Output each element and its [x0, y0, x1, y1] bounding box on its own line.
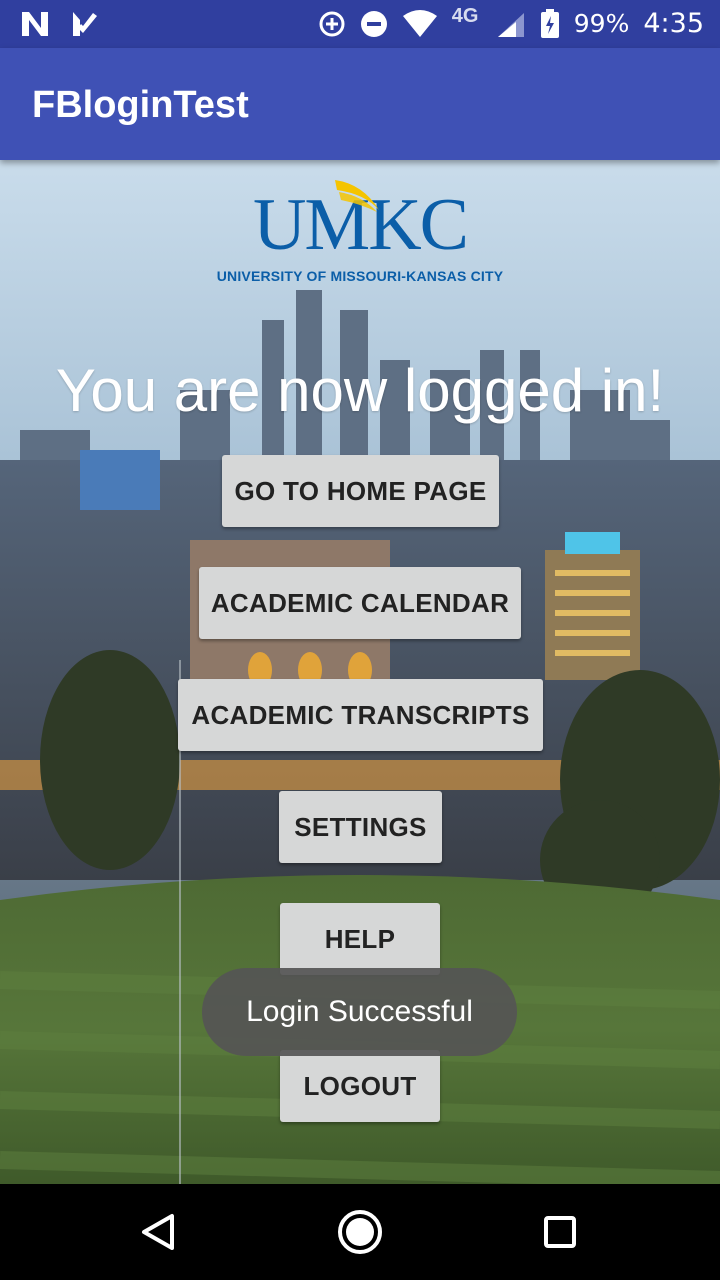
logo-swoosh-icon [335, 180, 379, 212]
app-bar: FBloginTest [0, 48, 720, 160]
login-success-toast: Login Successful [202, 968, 517, 1056]
academic-transcripts-button[interactable]: ACADEMIC TRANSCRIPTS [178, 679, 543, 751]
umkc-logo: UMKC UNIVERSITY OF MISSOURI-KANSAS CITY [0, 178, 720, 284]
battery-icon [540, 8, 559, 38]
logo-subtitle: UNIVERSITY OF MISSOURI-KANSAS CITY [216, 268, 504, 284]
n-notification-icon [22, 12, 48, 36]
status-bar: 4G 99% 4:35 [0, 0, 720, 48]
main-content: UMKC UNIVERSITY OF MISSOURI-KANSAS CITY … [0, 160, 720, 1184]
settings-button[interactable]: SETTINGS [279, 791, 442, 863]
back-icon[interactable] [136, 1208, 184, 1256]
recents-icon[interactable] [536, 1208, 584, 1256]
app-title: FBloginTest [32, 84, 249, 126]
check-notification-icon [73, 12, 97, 36]
navigation-bar [0, 1184, 720, 1280]
data-saver-icon [319, 11, 345, 36]
wifi-icon [402, 9, 437, 37]
help-button[interactable]: HELP [280, 903, 440, 975]
logout-button[interactable]: LOGOUT [280, 1050, 440, 1122]
dnd-icon [360, 10, 387, 37]
go-to-home-page-button[interactable]: GO TO HOME PAGE [222, 455, 499, 527]
home-icon[interactable] [336, 1208, 384, 1256]
lte-signal-icon: 4G [452, 5, 526, 39]
battery-percent: 99% [573, 9, 630, 38]
logged-in-heading: You are now logged in! [55, 357, 665, 424]
network-label: 4G [451, 4, 479, 27]
academic-calendar-button[interactable]: ACADEMIC CALENDAR [199, 567, 521, 639]
clock: 4:35 [643, 8, 704, 39]
